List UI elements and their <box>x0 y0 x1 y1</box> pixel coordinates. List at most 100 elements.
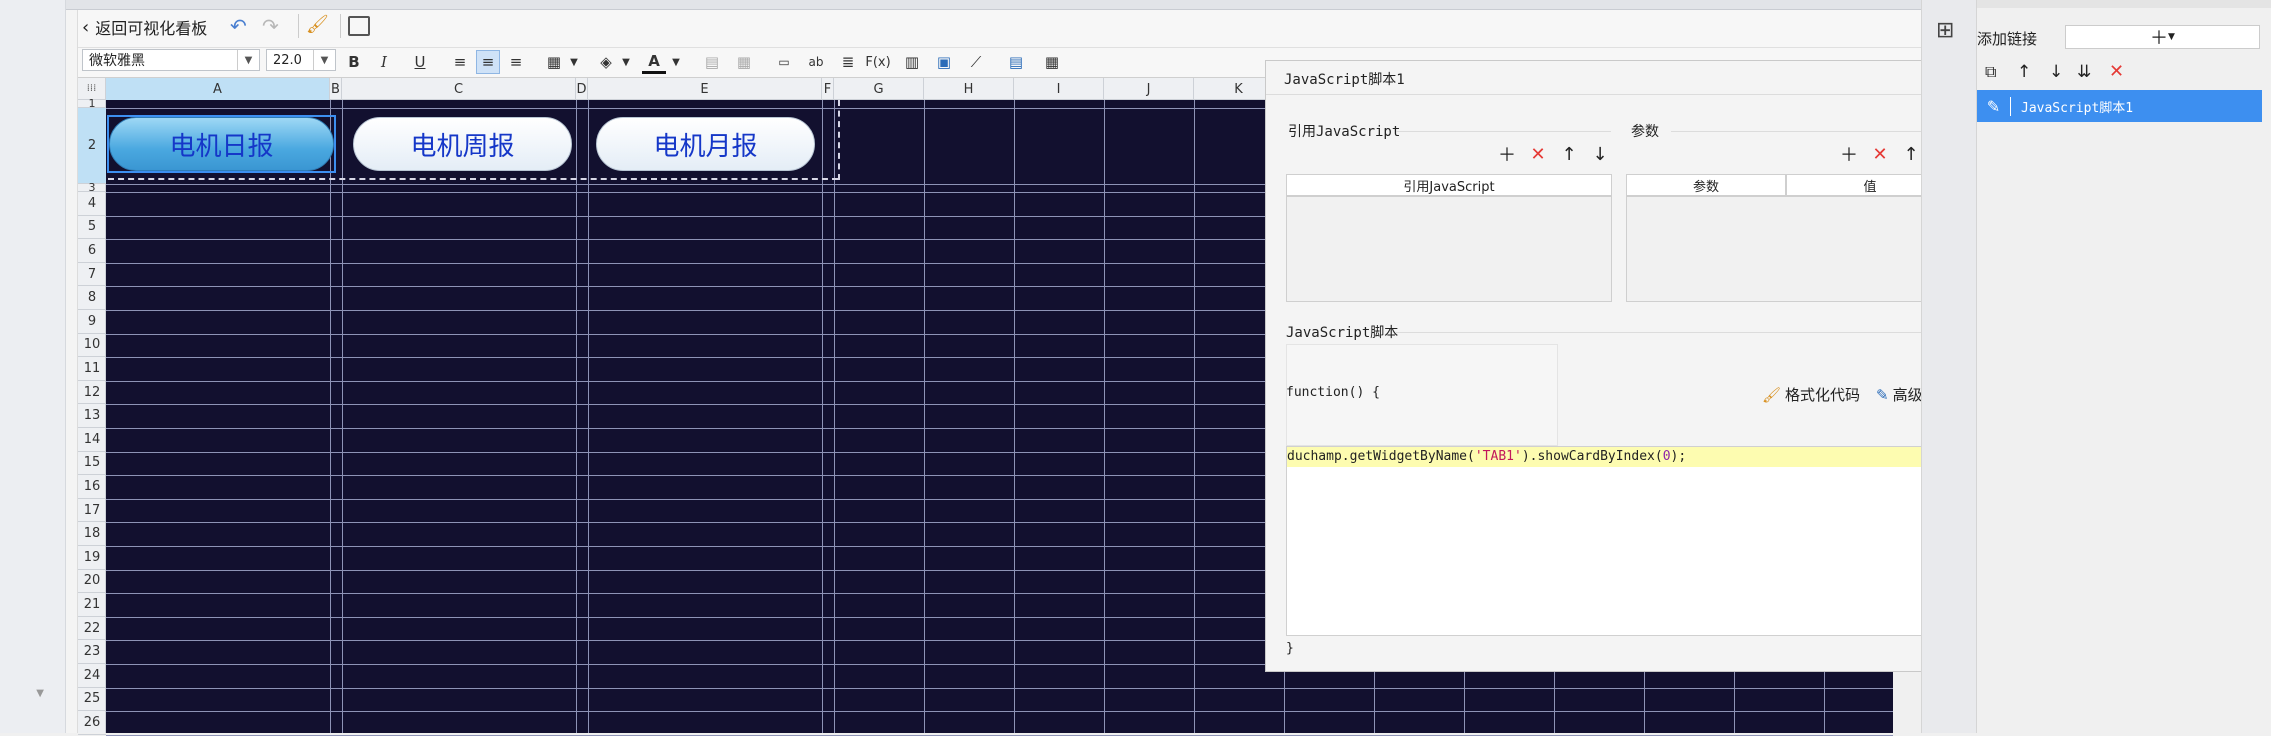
arrow-up-icon[interactable]: ↑ <box>1900 143 1922 165</box>
brush-icon: 🖌 <box>1762 385 1782 404</box>
table-icon[interactable]: ▦ <box>1040 50 1064 74</box>
column-header-cell[interactable]: J <box>1104 78 1194 100</box>
font-family-select[interactable]: 微软雅黑 ▼ <box>82 49 260 71</box>
column-header-cell[interactable]: G <box>834 78 924 100</box>
font-color-icon[interactable]: A <box>642 50 666 74</box>
row-header-cell[interactable]: 22 <box>78 617 106 641</box>
editor-tabs[interactable] <box>66 0 1921 10</box>
chevron-down-icon: ▼ <box>237 50 259 70</box>
row-header-cell[interactable]: 5 <box>78 216 106 240</box>
back-label: 返回可视化看板 <box>95 19 208 38</box>
bold-icon[interactable]: B <box>342 50 366 74</box>
formula-icon[interactable]: F(x) <box>865 50 890 74</box>
undo-icon[interactable]: ↶ <box>230 14 256 40</box>
splitter[interactable] <box>66 0 78 733</box>
row-header-cell[interactable]: 19 <box>78 546 106 570</box>
chevron-down-icon[interactable]: ▼ <box>664 50 688 74</box>
row-header-cell[interactable]: 15 <box>78 452 106 476</box>
code-editor[interactable]: duchamp.getWidgetByName('TAB1').showCard… <box>1286 446 1956 636</box>
align-right-icon[interactable]: ≡ <box>504 50 528 74</box>
button-label: 电机月报 <box>653 131 758 162</box>
row-header-cell[interactable]: 2 <box>78 108 106 184</box>
function-close: } <box>1286 641 1294 656</box>
format-painter-icon[interactable]: 🖌 <box>306 14 332 40</box>
delete-icon[interactable]: ✕ <box>1527 143 1549 165</box>
pencil-icon: ✎ <box>1977 96 2011 116</box>
row-header-cell[interactable]: 9 <box>78 310 106 334</box>
row-header-cell[interactable]: 20 <box>78 570 106 594</box>
align-left-icon[interactable]: ≡ <box>448 50 472 74</box>
chart-icon[interactable]: ▥ <box>900 50 924 74</box>
row-header-cell[interactable]: 24 <box>78 664 106 688</box>
row-header-cell[interactable]: 14 <box>78 428 106 452</box>
button-weekly-report[interactable]: 电机周报 <box>353 117 572 171</box>
arrow-down-icon[interactable]: ↓ <box>2049 62 2063 82</box>
redo-icon[interactable]: ↷ <box>262 14 288 40</box>
row-header-cell[interactable]: 7 <box>78 263 106 287</box>
button-daily-report[interactable]: 电机日报 <box>109 117 334 171</box>
row-header-cell[interactable]: 4 <box>78 192 106 216</box>
wrap-icon[interactable]: ▭ <box>772 50 796 74</box>
italic-icon[interactable]: I <box>372 50 396 74</box>
collapse-icon[interactable]: ▼ <box>0 688 66 708</box>
chevron-down-icon[interactable]: ▼ <box>614 50 638 74</box>
column-header-cell[interactable]: D <box>576 78 588 100</box>
row-header-cell[interactable]: 16 <box>78 475 106 499</box>
image-icon[interactable]: ▣ <box>932 50 956 74</box>
column-header-cell[interactable]: A <box>106 78 330 100</box>
text-icon[interactable]: ab <box>804 50 828 74</box>
column-header-cell[interactable]: E <box>588 78 822 100</box>
row-header-cell[interactable]: 26 <box>78 711 106 735</box>
code-token: ); <box>1670 449 1687 464</box>
param-table[interactable] <box>1626 196 1954 302</box>
add-icon[interactable]: ＋ <box>1496 143 1518 166</box>
ref-js-column-header[interactable]: 引用JavaScript <box>1286 174 1612 196</box>
column-header-cell[interactable]: F <box>822 78 834 100</box>
add-icon[interactable]: ＋ <box>1838 143 1860 166</box>
param-column-header[interactable]: 参数 <box>1626 174 1786 196</box>
add-link-button[interactable]: ＋ ▼ <box>2065 25 2260 49</box>
preview-icon[interactable] <box>348 16 370 36</box>
arrow-up-icon[interactable]: ↑ <box>2017 62 2031 82</box>
ref-js-table[interactable] <box>1286 196 1612 302</box>
copy-icon[interactable]: ⧉ <box>1985 62 1996 82</box>
font-size-select[interactable]: 22.0 ▼ <box>266 49 336 71</box>
row-header-cell[interactable]: 10 <box>78 334 106 358</box>
format-code-button[interactable]: 🖌 格式化代码 <box>1762 384 1860 405</box>
split-cells-icon[interactable]: ▦ <box>732 50 756 74</box>
row-header-cell[interactable]: 25 <box>78 688 106 712</box>
link-item[interactable]: ✎ JavaScript脚本1 <box>1977 90 2262 122</box>
column-header-cell[interactable]: C <box>342 78 576 100</box>
underline-icon[interactable]: U <box>408 50 432 74</box>
row-header-cell[interactable]: 6 <box>78 239 106 263</box>
column-header-cell[interactable]: B <box>330 78 342 100</box>
sort-icon[interactable]: ⇊ <box>2077 62 2091 82</box>
row-header-cell[interactable]: 12 <box>78 381 106 405</box>
cell-attribute-icon[interactable]: ⊞ <box>1936 18 1954 43</box>
column-header-cell[interactable]: H <box>924 78 1014 100</box>
delete-icon[interactable]: ✕ <box>1869 143 1891 165</box>
row-header-cell[interactable]: 3 <box>78 181 106 194</box>
row-header-cell[interactable]: 8 <box>78 286 106 310</box>
left-panel: ▼ <box>0 0 66 733</box>
arrow-down-icon[interactable]: ↓ <box>1589 143 1611 165</box>
button-monthly-report[interactable]: 电机月报 <box>596 117 815 171</box>
back-button[interactable]: ‹ 返回可视化看板 <box>82 15 207 39</box>
column-header-cell[interactable]: I <box>1014 78 1104 100</box>
align-center-icon[interactable]: ≡ <box>476 50 500 74</box>
chevron-down-icon[interactable]: ▼ <box>562 50 586 74</box>
row-header-cell[interactable]: 17 <box>78 499 106 523</box>
row-header-cell[interactable]: 1 <box>78 97 106 110</box>
row-header-cell[interactable]: 11 <box>78 357 106 381</box>
row-header-cell[interactable]: 21 <box>78 593 106 617</box>
divider <box>1396 131 1611 132</box>
arrow-up-icon[interactable]: ↑ <box>1558 143 1580 165</box>
paragraph-icon[interactable]: ≣ <box>836 50 860 74</box>
row-header-cell[interactable]: 23 <box>78 640 106 664</box>
delete-icon[interactable]: ✕ <box>2109 61 2124 82</box>
row-header-cell[interactable]: 13 <box>78 404 106 428</box>
slash-icon[interactable]: ⟋ <box>964 50 988 74</box>
row-header-cell[interactable]: 18 <box>78 522 106 546</box>
template-icon[interactable]: ▤ <box>1004 50 1028 74</box>
merge-cells-icon[interactable]: ▤ <box>700 50 724 74</box>
